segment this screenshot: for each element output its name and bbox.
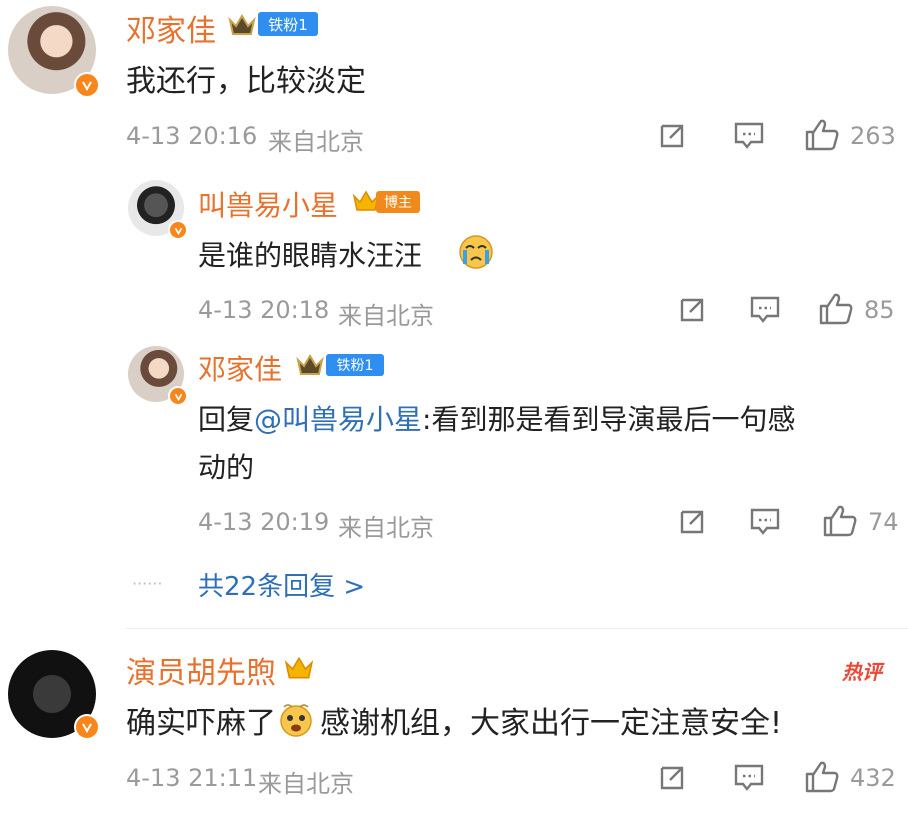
like-count: 432 — [850, 764, 896, 792]
avatar[interactable] — [128, 180, 188, 240]
like-button[interactable] — [804, 118, 840, 152]
thumbs-up-icon — [805, 119, 839, 151]
comment-text-part1: 确实吓麻了 — [126, 706, 276, 741]
shocked-emoji-icon — [276, 703, 320, 737]
comment-icon — [750, 296, 780, 323]
comment-time: 4-13 21:11 — [126, 764, 258, 792]
comment-time: 4-13 20:19 — [198, 508, 330, 536]
share-button[interactable] — [676, 294, 708, 326]
share-icon — [660, 766, 684, 790]
share-icon — [680, 298, 704, 322]
comment-location: 来自北京 — [338, 302, 434, 330]
hot-comment-tag: 热评 — [842, 660, 882, 684]
like-button[interactable] — [818, 292, 854, 326]
thumbs-up-icon — [823, 505, 857, 537]
reply-prefix: 回复 — [198, 403, 255, 436]
comment-location: 来自北京 — [338, 514, 434, 542]
verified-v-icon — [168, 220, 188, 240]
like-button[interactable] — [822, 504, 858, 538]
comment-text-line2: 动的 — [198, 451, 255, 484]
comment-button[interactable] — [748, 294, 782, 326]
more-replies-dots: ······ — [132, 574, 163, 593]
verified-v-icon — [74, 714, 100, 740]
comment-text: 回复@叫兽易小星:看到那是看到导演最后一句感 — [198, 398, 795, 438]
comment-text: 是谁的眼睛水汪汪 — [198, 239, 423, 272]
comment-text-line1: :看到那是看到导演最后一句感 — [422, 403, 796, 436]
verified-v-icon — [168, 386, 188, 406]
comment-icon — [750, 508, 780, 535]
crying-emoji-icon — [459, 235, 493, 269]
crown-icon — [228, 14, 256, 35]
like-count: 263 — [850, 122, 896, 150]
thumbs-up-icon — [819, 293, 853, 325]
blogger-badge: 博主 — [376, 191, 420, 213]
share-icon — [680, 510, 704, 534]
avatar[interactable] — [8, 6, 100, 98]
share-button[interactable] — [676, 506, 708, 538]
comment-text: 我还行，比较淡定 — [126, 64, 366, 99]
share-button[interactable] — [656, 120, 688, 152]
share-icon — [660, 124, 684, 148]
comment-time: 4-13 20:16 — [126, 122, 258, 150]
crown-icon — [296, 354, 324, 375]
comment-icon — [734, 764, 764, 791]
comment-time: 4-13 20:18 — [198, 296, 330, 324]
avatar[interactable] — [8, 650, 100, 740]
fan-badge: 铁粉1 — [326, 354, 384, 376]
comment-author[interactable]: 叫兽易小星 — [198, 184, 338, 224]
mention-link[interactable]: @叫兽易小星 — [254, 403, 422, 436]
like-count: 85 — [864, 296, 895, 324]
avatar[interactable] — [128, 346, 188, 406]
comment-icon — [734, 122, 764, 149]
comment-button[interactable] — [748, 506, 782, 538]
comment-author[interactable]: 邓家佳 — [126, 6, 216, 50]
verified-v-icon — [74, 72, 100, 98]
comment-text-part2: 感谢机组，大家出行一定注意安全! — [320, 706, 783, 741]
comment-location: 来自北京 — [268, 128, 364, 156]
crown-icon — [284, 656, 314, 679]
comment-button[interactable] — [732, 120, 766, 152]
thumbs-up-icon — [805, 761, 839, 793]
comment-location: 来自北京 — [258, 770, 354, 798]
comment-author[interactable]: 邓家佳 — [198, 348, 282, 388]
share-button[interactable] — [656, 762, 688, 794]
fan-badge: 铁粉1 — [258, 12, 318, 36]
comment-text: 确实吓麻了 感谢机组，大家出行一定注意安全! — [126, 698, 782, 742]
more-replies-link[interactable]: 共22条回复 > — [198, 566, 365, 603]
like-button[interactable] — [804, 760, 840, 794]
divider — [126, 628, 908, 629]
like-count: 74 — [868, 508, 899, 536]
comment-author[interactable]: 演员胡先煦 — [126, 648, 276, 692]
comment-button[interactable] — [732, 762, 766, 794]
